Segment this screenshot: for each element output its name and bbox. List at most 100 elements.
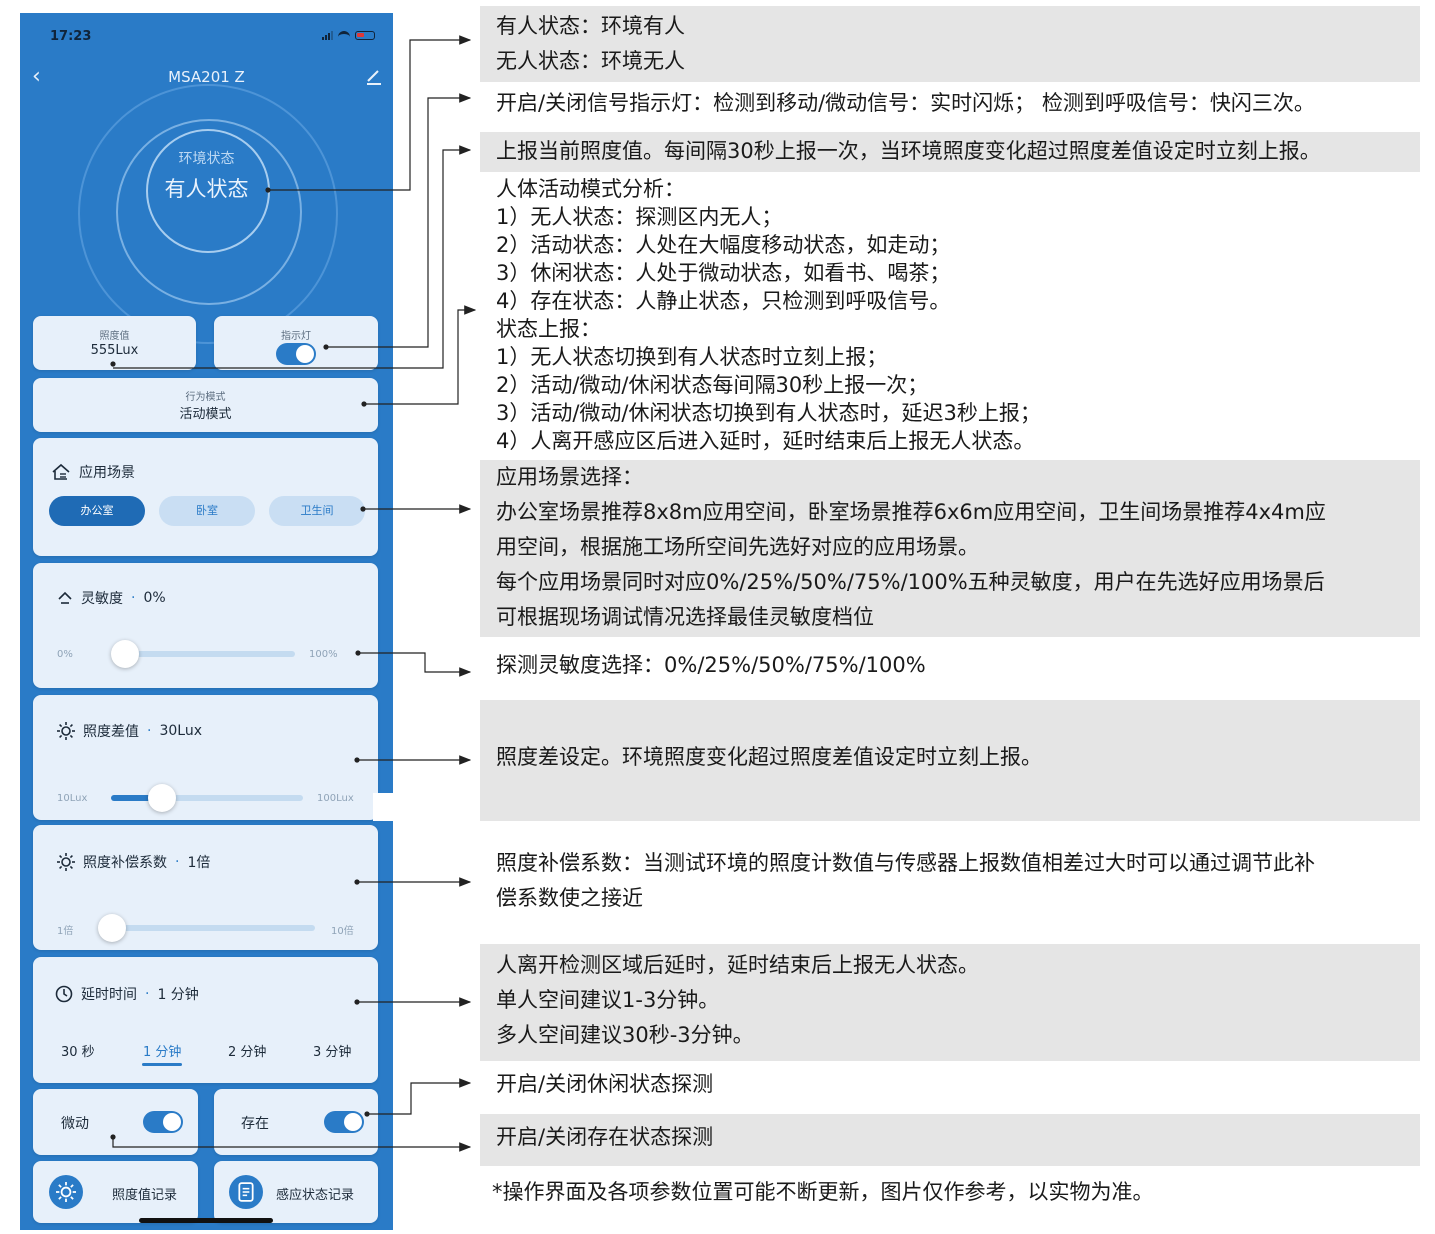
lux-comp-knob[interactable] bbox=[98, 914, 126, 942]
desc-line: 人体活动模式分析： bbox=[496, 177, 685, 201]
micro-label: 微动 bbox=[61, 1116, 89, 1132]
indicator-toggle[interactable] bbox=[276, 343, 316, 365]
desc-lux-report: 上报当前照度值。每间隔30秒上报一次，当环境照度变化超过照度差值设定时立刻上报。 bbox=[480, 132, 1420, 172]
lux-record-card[interactable]: 照度值记录 bbox=[33, 1161, 198, 1223]
sensitivity-max: 100% bbox=[309, 649, 338, 660]
delay-title: 延时时间 bbox=[81, 987, 137, 1003]
document-icon bbox=[238, 1182, 254, 1202]
desc-line: 办公室场景推荐8x8m应用空间，卧室场景推荐6x6m应用空间，卫生间场景推荐4x… bbox=[496, 500, 1326, 524]
lux-comp-card: 照度补偿系数 · 1倍 1倍 10倍 bbox=[33, 825, 378, 950]
lux-card: 照度值 555Lux bbox=[33, 316, 196, 370]
lux-diff-title-row: 照度差值 · 30Lux bbox=[57, 721, 202, 741]
state-record-label: 感应状态记录 bbox=[276, 1188, 355, 1203]
micro-card: 微动 bbox=[33, 1089, 198, 1155]
delay-option-1min[interactable]: 1 分钟 bbox=[143, 1041, 181, 1060]
scene-option-bedroom[interactable]: 卧室 bbox=[159, 496, 255, 526]
lux-comp-title-row: 照度补偿系数 · 1倍 bbox=[57, 852, 210, 872]
scene-option-bathroom[interactable]: 卫生间 bbox=[269, 496, 365, 526]
desc-line: 多人空间建议30秒-3分钟。 bbox=[496, 1023, 754, 1047]
system-icons bbox=[322, 30, 375, 40]
sensitivity-min: 0% bbox=[57, 649, 73, 660]
scene-title-row: 应用场景 bbox=[51, 462, 135, 482]
status-bar: 17:23 bbox=[20, 13, 393, 57]
lux-record-icon-wrap bbox=[49, 1175, 83, 1209]
desc-line: 开启/关闭休闲状态探测 bbox=[496, 1072, 714, 1096]
desc-line: 状态上报： bbox=[496, 317, 601, 341]
phone-screen: 17:23 ‹ MSA201 Z 环境状态 有人状态 照度值 555Lux 指示… bbox=[20, 13, 393, 1230]
mode-value: 活动模式 bbox=[179, 407, 232, 422]
home-list-icon bbox=[52, 463, 70, 480]
wifi-icon bbox=[338, 30, 350, 40]
desc-line: 4）存在状态：人静止状态，只检测到呼吸信号。 bbox=[496, 289, 951, 313]
desc-line: 照度差设定。环境照度变化超过照度差值设定时立刻上报。 bbox=[496, 745, 1042, 769]
desc-line: 4）人离开感应区后进入延时，延时结束后上报无人状态。 bbox=[496, 429, 1035, 453]
battery-icon bbox=[355, 30, 375, 40]
desc-line: 应用场景选择： bbox=[496, 465, 643, 489]
state-record-card[interactable]: 感应状态记录 bbox=[214, 1161, 378, 1223]
desc-lux-comp: 照度补偿系数：当测试环境的照度计数值与传感器上报数值相差过大时可以通过调节此补 … bbox=[480, 846, 1420, 920]
state-record-icon-wrap bbox=[229, 1175, 263, 1209]
mode-card[interactable]: 行为模式 活动模式 bbox=[33, 378, 378, 432]
desc-line: 3）休闲状态：人处于微动状态，如看书、喝茶； bbox=[496, 261, 951, 285]
indicator-card: 指示灯 bbox=[214, 316, 378, 370]
desc-line: 偿系数使之接近 bbox=[496, 886, 643, 910]
desc-line: 探测灵敏度选择：0%/25%/50%/75%/100% bbox=[496, 653, 926, 677]
desc-line: 照度补偿系数：当测试环境的照度计数值与传感器上报数值相差过大时可以通过调节此补 bbox=[496, 851, 1315, 875]
lux-diff-title: 照度差值 bbox=[83, 724, 139, 740]
scene-title: 应用场景 bbox=[79, 465, 135, 481]
desc-line: 2）活动/微动/休闲状态每间隔30秒上报一次； bbox=[496, 373, 929, 397]
desc-line: 可根据现场调试情况选择最佳灵敏度档位 bbox=[496, 605, 874, 629]
delay-selected-underline bbox=[142, 1063, 182, 1066]
separator-dot: · bbox=[131, 590, 136, 606]
desc-line: 用空间，根据施工场所空间先选好对应的应用场景。 bbox=[496, 535, 979, 559]
lux-comp-track[interactable] bbox=[111, 925, 315, 931]
lux-comp-title: 照度补偿系数 bbox=[83, 855, 167, 871]
lux-diff-knob[interactable] bbox=[148, 784, 176, 812]
env-state-value: 有人状态 bbox=[164, 177, 249, 201]
status-time: 17:23 bbox=[50, 29, 92, 44]
lux-comp-value: 1倍 bbox=[187, 855, 211, 871]
delay-title-row: 延时时间 · 1 分钟 bbox=[55, 984, 199, 1004]
delay-option-30s[interactable]: 30 秒 bbox=[61, 1041, 95, 1060]
desc-delay: 人离开检测区域后延时，延时结束后上报无人状态。 单人空间建议1-3分钟。 多人空… bbox=[480, 944, 1420, 1061]
micro-toggle[interactable] bbox=[143, 1111, 183, 1133]
home-indicator bbox=[139, 1218, 273, 1223]
lux-label: 照度值 bbox=[99, 331, 130, 342]
presence-toggle[interactable] bbox=[324, 1111, 364, 1133]
footnote-text: *操作界面及各项参数位置可能不断更新，图片仅作参考，以实物为准。 bbox=[492, 1180, 1154, 1204]
desc-footnote: *操作界面及各项参数位置可能不断更新，图片仅作参考，以实物为准。 bbox=[480, 1175, 1420, 1211]
phone-edge-gap bbox=[373, 793, 393, 821]
delay-value: 1 分钟 bbox=[157, 987, 199, 1003]
sensitivity-value: 0% bbox=[143, 590, 166, 606]
desc-line: 上报当前照度值。每间隔30秒上报一次，当环境照度变化超过照度差值设定时立刻上报。 bbox=[496, 139, 1321, 163]
lux-value: 555Lux bbox=[90, 343, 139, 358]
edit-icon[interactable] bbox=[365, 68, 383, 86]
indicator-label: 指示灯 bbox=[281, 331, 311, 342]
env-state-label: 环境状态 bbox=[178, 151, 235, 167]
desc-lux-diff: 照度差设定。环境照度变化超过照度差值设定时立刻上报。 bbox=[480, 700, 1420, 821]
desc-line: 2）活动状态：人处在大幅度移动状态，如走动； bbox=[496, 233, 951, 257]
lux-comp-min: 1倍 bbox=[57, 926, 74, 937]
desc-line: 开启/关闭存在状态探测 bbox=[496, 1125, 714, 1149]
sensitivity-knob[interactable] bbox=[111, 640, 139, 668]
lux-diff-track[interactable] bbox=[111, 795, 303, 801]
brightness-icon bbox=[57, 722, 75, 740]
desc-line: 无人状态：环境无人 bbox=[496, 49, 685, 73]
sensitivity-icon bbox=[58, 591, 72, 604]
lux-record-label: 照度值记录 bbox=[112, 1188, 178, 1203]
sensitivity-track[interactable] bbox=[115, 651, 295, 657]
signal-icon bbox=[322, 30, 333, 40]
lux-diff-min: 10Lux bbox=[57, 793, 88, 804]
desc-presence: 开启/关闭存在状态探测 bbox=[480, 1114, 1420, 1166]
desc-sensitivity: 探测灵敏度选择：0%/25%/50%/75%/100% bbox=[480, 648, 1420, 684]
mode-label: 行为模式 bbox=[185, 392, 226, 403]
desc-line: 人离开检测区域后延时，延时结束后上报无人状态。 bbox=[496, 953, 979, 977]
delay-option-3min[interactable]: 3 分钟 bbox=[313, 1041, 351, 1060]
separator-dot: · bbox=[175, 854, 180, 870]
delay-option-2min[interactable]: 2 分钟 bbox=[228, 1041, 266, 1060]
sensitivity-title-row: 灵敏度 · 0% bbox=[57, 588, 166, 608]
desc-line: 1）无人状态切换到有人状态时立刻上报； bbox=[496, 345, 888, 369]
desc-line: 3）活动/微动/休闲状态切换到有人状态时，延迟3秒上报； bbox=[496, 401, 1041, 425]
desc-scene: 应用场景选择： 办公室场景推荐8x8m应用空间，卧室场景推荐6x6m应用空间，卫… bbox=[480, 460, 1420, 637]
scene-option-office[interactable]: 办公室 bbox=[49, 496, 145, 526]
